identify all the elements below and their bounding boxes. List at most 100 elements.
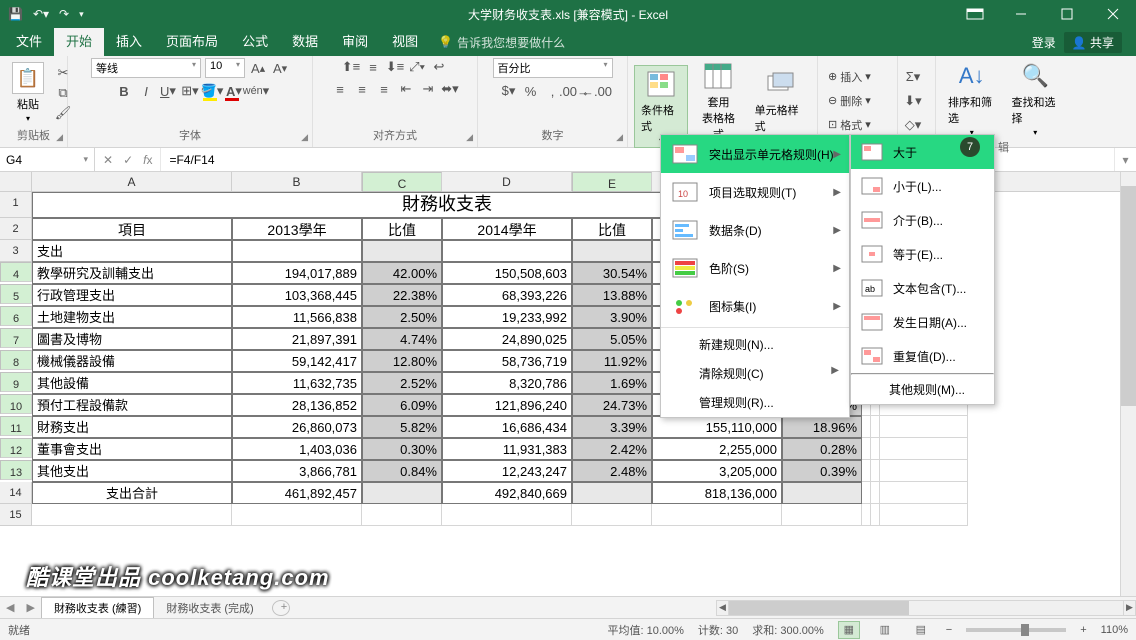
cell[interactable]: 8,320,786 bbox=[442, 372, 572, 394]
tab-review[interactable]: 审阅 bbox=[330, 28, 380, 56]
cell[interactable] bbox=[862, 482, 871, 504]
align-left-icon[interactable]: ≡ bbox=[331, 80, 349, 98]
cell[interactable]: 財務支出 bbox=[32, 416, 232, 438]
tab-layout[interactable]: 页面布局 bbox=[154, 28, 230, 56]
cell[interactable]: 2.50% bbox=[362, 306, 442, 328]
fill-icon[interactable]: ⬇▾ bbox=[904, 92, 922, 110]
cell[interactable]: 3,205,000 bbox=[652, 460, 782, 482]
menu-color-scales[interactable]: 色阶(S)▶ bbox=[661, 249, 849, 287]
cell[interactable] bbox=[362, 482, 442, 504]
cell[interactable] bbox=[880, 460, 968, 482]
find-select-button[interactable]: 🔍 查找和选择▾ bbox=[1006, 58, 1066, 139]
cell[interactable]: 103,368,445 bbox=[232, 284, 362, 306]
decrease-decimal-icon[interactable]: ←.00 bbox=[588, 82, 606, 100]
border-button[interactable]: ⊞▾ bbox=[181, 82, 199, 100]
redo-icon[interactable]: ↷ bbox=[59, 7, 69, 21]
submenu-date-occurring[interactable]: 发生日期(A)... bbox=[851, 305, 994, 339]
submenu-between[interactable]: 介于(B)... bbox=[851, 203, 994, 237]
column-header[interactable]: E bbox=[572, 172, 652, 192]
login-link[interactable]: 登录 bbox=[1032, 34, 1056, 51]
column-header[interactable]: C bbox=[362, 172, 442, 192]
cell[interactable]: 155,110,000 bbox=[652, 416, 782, 438]
tab-view[interactable]: 视图 bbox=[380, 28, 430, 56]
row-header[interactable]: 7 bbox=[0, 328, 32, 348]
row-header[interactable]: 4 bbox=[0, 262, 32, 282]
cell[interactable]: 194,017,889 bbox=[232, 262, 362, 284]
fill-color-button[interactable]: 🪣▾ bbox=[203, 82, 221, 100]
cell[interactable]: 2.42% bbox=[572, 438, 652, 460]
paste-button[interactable]: 📋 粘贴▾ bbox=[6, 60, 50, 125]
cell[interactable]: 董事會支出 bbox=[32, 438, 232, 460]
align-right-icon[interactable]: ≡ bbox=[375, 80, 393, 98]
accept-formula-icon[interactable]: ✓ bbox=[123, 153, 133, 167]
row-header[interactable]: 9 bbox=[0, 372, 32, 392]
cell[interactable] bbox=[572, 240, 652, 262]
cell[interactable] bbox=[232, 240, 362, 262]
row-header[interactable]: 1 bbox=[0, 192, 32, 218]
sheet-tab-active[interactable]: 財務收支表 (練習) bbox=[41, 597, 154, 618]
cell[interactable] bbox=[880, 504, 968, 526]
cell[interactable]: 6.09% bbox=[362, 394, 442, 416]
cell[interactable]: 1.69% bbox=[572, 372, 652, 394]
cell[interactable]: 58,736,719 bbox=[442, 350, 572, 372]
tell-me-box[interactable]: 💡告诉我您想要做什么 bbox=[438, 34, 565, 51]
undo-icon[interactable]: ↶▾ bbox=[33, 7, 49, 21]
menu-clear-rules[interactable]: 清除规则(C)▶ bbox=[661, 359, 849, 388]
cell[interactable] bbox=[572, 482, 652, 504]
cell[interactable]: 19,233,992 bbox=[442, 306, 572, 328]
submenu-more-rules[interactable]: 其他规则(M)... bbox=[851, 375, 994, 404]
row-header[interactable]: 2 bbox=[0, 218, 32, 240]
cell[interactable] bbox=[880, 438, 968, 460]
menu-data-bars[interactable]: 数据条(D)▶ bbox=[661, 211, 849, 249]
row-header[interactable]: 15 bbox=[0, 504, 32, 526]
cell[interactable]: 22.38% bbox=[362, 284, 442, 306]
cell[interactable]: 3.90% bbox=[572, 306, 652, 328]
phonetic-button[interactable]: wén▾ bbox=[247, 82, 265, 100]
cell[interactable] bbox=[862, 438, 871, 460]
row-header[interactable]: 11 bbox=[0, 416, 32, 436]
orientation-icon[interactable]: ⤢▾ bbox=[408, 58, 426, 76]
cell[interactable]: 12.80% bbox=[362, 350, 442, 372]
expand-formula-bar-icon[interactable]: ▾ bbox=[1114, 148, 1136, 171]
sheet-nav-prev[interactable]: ◀ bbox=[0, 601, 20, 614]
autosum-icon[interactable]: Σ▾ bbox=[904, 68, 922, 86]
cell[interactable]: 土地建物支出 bbox=[32, 306, 232, 328]
cell[interactable]: 項目 bbox=[32, 218, 232, 240]
row-header[interactable]: 12 bbox=[0, 438, 32, 458]
tab-formulas[interactable]: 公式 bbox=[230, 28, 280, 56]
cell[interactable]: 行政管理支出 bbox=[32, 284, 232, 306]
sheet-tab-2[interactable]: 財務收支表 (完成) bbox=[154, 598, 265, 618]
cell[interactable]: 5.82% bbox=[362, 416, 442, 438]
zoom-in-button[interactable]: + bbox=[1080, 624, 1086, 636]
cell[interactable] bbox=[442, 240, 572, 262]
cell[interactable] bbox=[862, 504, 871, 526]
zoom-level[interactable]: 110% bbox=[1101, 624, 1128, 636]
cell[interactable] bbox=[862, 416, 871, 438]
column-header[interactable]: A bbox=[32, 172, 232, 191]
cell[interactable]: 492,840,669 bbox=[442, 482, 572, 504]
row-header[interactable]: 13 bbox=[0, 460, 32, 480]
cell[interactable]: 11,566,838 bbox=[232, 306, 362, 328]
cell[interactable] bbox=[880, 482, 968, 504]
close-button[interactable] bbox=[1090, 0, 1136, 28]
font-color-button[interactable]: A▾ bbox=[225, 82, 243, 100]
minimize-button[interactable] bbox=[998, 0, 1044, 28]
row-header[interactable]: 8 bbox=[0, 350, 32, 370]
view-page-layout-icon[interactable]: ▥ bbox=[874, 621, 896, 639]
cell[interactable] bbox=[572, 504, 652, 526]
cell[interactable]: 2014學年 bbox=[442, 218, 572, 240]
tab-home[interactable]: 开始 bbox=[54, 28, 104, 56]
share-button[interactable]: 👤 共享 bbox=[1064, 32, 1122, 53]
cell[interactable] bbox=[32, 504, 232, 526]
cell[interactable]: 26,860,073 bbox=[232, 416, 362, 438]
cell[interactable]: 11,931,383 bbox=[442, 438, 572, 460]
cell[interactable]: 24,890,025 bbox=[442, 328, 572, 350]
menu-manage-rules[interactable]: 管理规则(R)... bbox=[661, 388, 849, 417]
font-name-select[interactable]: 等线 ▾ bbox=[91, 58, 201, 78]
cell[interactable]: 0.84% bbox=[362, 460, 442, 482]
column-header[interactable]: D bbox=[442, 172, 572, 191]
cell[interactable]: 59,142,417 bbox=[232, 350, 362, 372]
accounting-icon[interactable]: $▾ bbox=[500, 82, 518, 100]
font-size-select[interactable]: 10 ▾ bbox=[205, 58, 245, 78]
row-header[interactable]: 14 bbox=[0, 482, 32, 504]
